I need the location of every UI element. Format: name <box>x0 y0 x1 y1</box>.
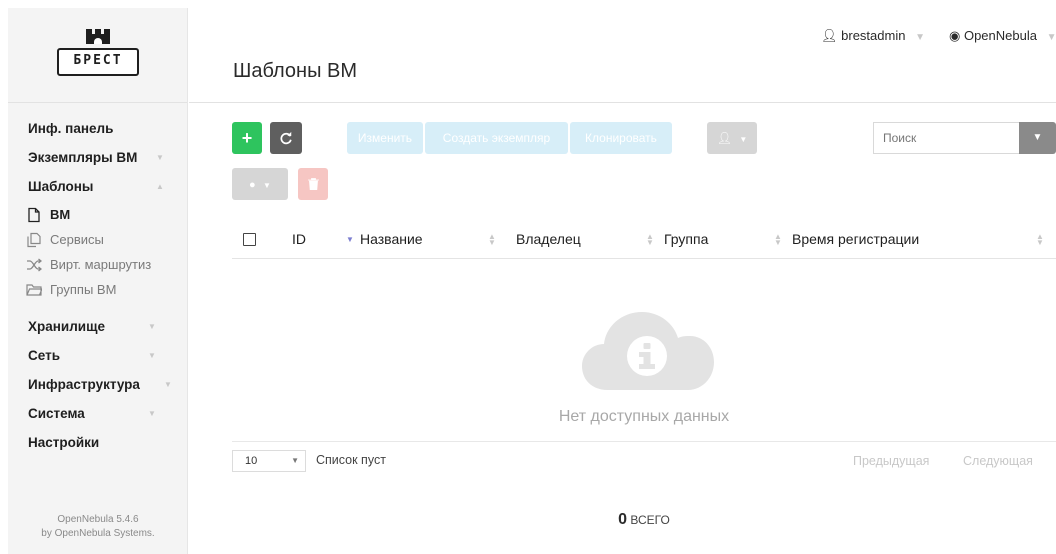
user-name: brestadmin <box>841 28 906 43</box>
sidebar-item-storage[interactable]: Хранилище ▼ <box>8 315 187 339</box>
delete-button[interactable] <box>298 168 328 200</box>
sidebar-subitem-services[interactable]: Сервисы <box>8 229 187 251</box>
info-cloud-icon <box>582 312 714 390</box>
sidebar-subitem-vm-groups[interactable]: Группы ВМ <box>8 279 187 301</box>
logo-area: БРЕСТ <box>8 8 187 103</box>
sidebar-subitem-label: Сервисы <box>50 232 104 247</box>
sidebar-item-system[interactable]: Система ▼ <box>8 402 187 426</box>
sidebar-item-label: Инф. панель <box>28 121 114 136</box>
file-icon <box>28 207 40 223</box>
sidebar-subitem-label: ВМ <box>50 207 71 222</box>
sidebar-item-settings[interactable]: Настройки <box>8 431 187 455</box>
total-count: 0 ВСЕГО <box>232 511 1056 529</box>
sidebar-item-label: Шаблоны <box>28 179 94 194</box>
select-all-checkbox[interactable] <box>243 233 256 246</box>
user-icon: 👤︎ <box>716 131 732 145</box>
refresh-button[interactable] <box>270 122 302 154</box>
column-owner[interactable]: Владелец <box>516 231 581 247</box>
sort-icon[interactable]: ▲ ▼ <box>488 233 496 247</box>
sidebar-item-dashboard[interactable]: Инф. панель <box>8 117 187 141</box>
chevron-up-icon: ▲ <box>156 182 164 191</box>
chevron-down-icon: ▼ <box>148 351 156 360</box>
labels-dropdown-button[interactable]: ● ▼ <box>232 168 288 200</box>
copy-icon <box>27 232 41 248</box>
chevron-down-icon: ▼ <box>164 380 172 389</box>
total-number: 0 <box>618 511 628 528</box>
sidebar-item-label: Инфраструктура <box>28 377 140 392</box>
empty-message: Нет доступных данных <box>558 408 730 425</box>
chevron-down-icon: ▼ <box>156 153 164 162</box>
sidebar-nav: Инф. панель Экземпляры ВМ ▼ Шаблоны ▲ ВМ <box>8 103 187 455</box>
chevron-down-icon: ▼ <box>1046 32 1056 43</box>
column-id[interactable]: ID <box>292 231 306 247</box>
brest-logo[interactable]: БРЕСТ <box>53 29 143 79</box>
sort-icon[interactable]: ▲ ▼ <box>646 233 654 247</box>
clone-button[interactable]: Клонировать <box>570 122 672 154</box>
owner-dropdown-button[interactable]: 👤︎ ▼ <box>707 122 757 154</box>
chevron-down-icon: ▼ <box>291 456 299 465</box>
logo-text: БРЕСТ <box>57 48 139 76</box>
sidebar-item-label: Хранилище <box>28 319 105 334</box>
chevron-down-icon: ▼ <box>263 181 271 190</box>
sidebar-item-infrastructure[interactable]: Инфраструктура ▼ <box>8 373 187 397</box>
page-size-select[interactable]: 10 ▼ <box>232 450 306 472</box>
shuffle-icon <box>27 258 42 272</box>
chevron-down-icon: ▼ <box>148 322 156 331</box>
next-page-button[interactable]: Следующая <box>963 454 1033 468</box>
chevron-down-icon: ▼ <box>915 32 925 43</box>
version-line: OpenNebula 5.4.6 <box>57 514 139 525</box>
search-input[interactable] <box>873 122 1019 154</box>
sidebar: БРЕСТ Инф. панель Экземпляры ВМ ▼ Шаблон… <box>8 8 188 554</box>
sidebar-subitem-virtual-routers[interactable]: Вирт. маршрутиз <box>8 254 187 276</box>
sidebar-subitem-vm[interactable]: ВМ <box>8 204 187 226</box>
trash-icon <box>307 178 319 191</box>
sidebar-item-label: Сеть <box>28 348 60 363</box>
sidebar-item-instances[interactable]: Экземпляры ВМ ▼ <box>8 146 187 170</box>
chevron-down-icon: ▼ <box>148 409 156 418</box>
page-title: Шаблоны ВМ <box>233 60 358 82</box>
version-info: OpenNebula 5.4.6 by OpenNebula Systems. <box>8 513 188 541</box>
zone-menu[interactable]: ◉ OpenNebula ▼ <box>949 28 1056 44</box>
column-name[interactable]: Название <box>360 231 423 247</box>
sidebar-item-label: Система <box>28 406 85 421</box>
globe-icon: ◉ <box>949 28 961 43</box>
castle-icon <box>86 29 110 47</box>
page-size-value: 10 <box>245 455 258 467</box>
add-button[interactable]: + <box>232 122 262 154</box>
sort-icon[interactable]: ▲ ▼ <box>774 233 782 247</box>
search-dropdown-button[interactable]: ▼ <box>1019 122 1056 154</box>
list-status: Список пуст <box>316 453 386 467</box>
table-header: ID ▼ Название ▲ ▼ Владелец ▲ ▼ Группа ▲ ▼ В… <box>232 223 1056 259</box>
column-group[interactable]: Группа <box>664 231 708 247</box>
divider <box>232 441 1056 442</box>
sidebar-subitem-label: Вирт. маршрутиз <box>50 257 152 272</box>
sidebar-item-templates[interactable]: Шаблоны ▲ <box>8 175 187 199</box>
sidebar-item-label: Экземпляры ВМ <box>28 150 138 165</box>
refresh-icon <box>280 131 292 145</box>
edit-button[interactable]: Изменить <box>347 122 423 154</box>
sort-icon[interactable]: ▲ ▼ <box>1036 233 1044 247</box>
page: БРЕСТ Инф. панель Экземпляры ВМ ▼ Шаблон… <box>8 8 1056 554</box>
tag-icon: ● <box>249 179 256 191</box>
user-menu[interactable]: 👤︎ brestadmin ▼ <box>821 28 925 44</box>
folder-icon <box>26 284 42 296</box>
sort-desc-icon[interactable]: ▼ <box>346 236 354 244</box>
total-label: ВСЕГО <box>630 513 670 527</box>
sidebar-item-network[interactable]: Сеть ▼ <box>8 344 187 368</box>
previous-page-button[interactable]: Предыдущая <box>853 454 929 468</box>
chevron-down-icon: ▼ <box>739 135 748 144</box>
sidebar-subitem-label: Группы ВМ <box>50 282 117 297</box>
user-icon: 👤︎ <box>821 28 838 43</box>
header: Шаблоны ВМ 👤︎ brestadmin ▼ ◉ OpenNebula … <box>189 8 1056 103</box>
sidebar-item-label: Настройки <box>28 435 100 450</box>
zone-name: OpenNebula <box>963 28 1037 43</box>
vendor-line: by OpenNebula Systems. <box>41 528 155 539</box>
instantiate-button[interactable]: Создать экземпляр <box>425 122 568 154</box>
column-registration-time[interactable]: Время регистрации <box>792 231 919 247</box>
chevron-down-icon: ▼ <box>1032 132 1043 143</box>
